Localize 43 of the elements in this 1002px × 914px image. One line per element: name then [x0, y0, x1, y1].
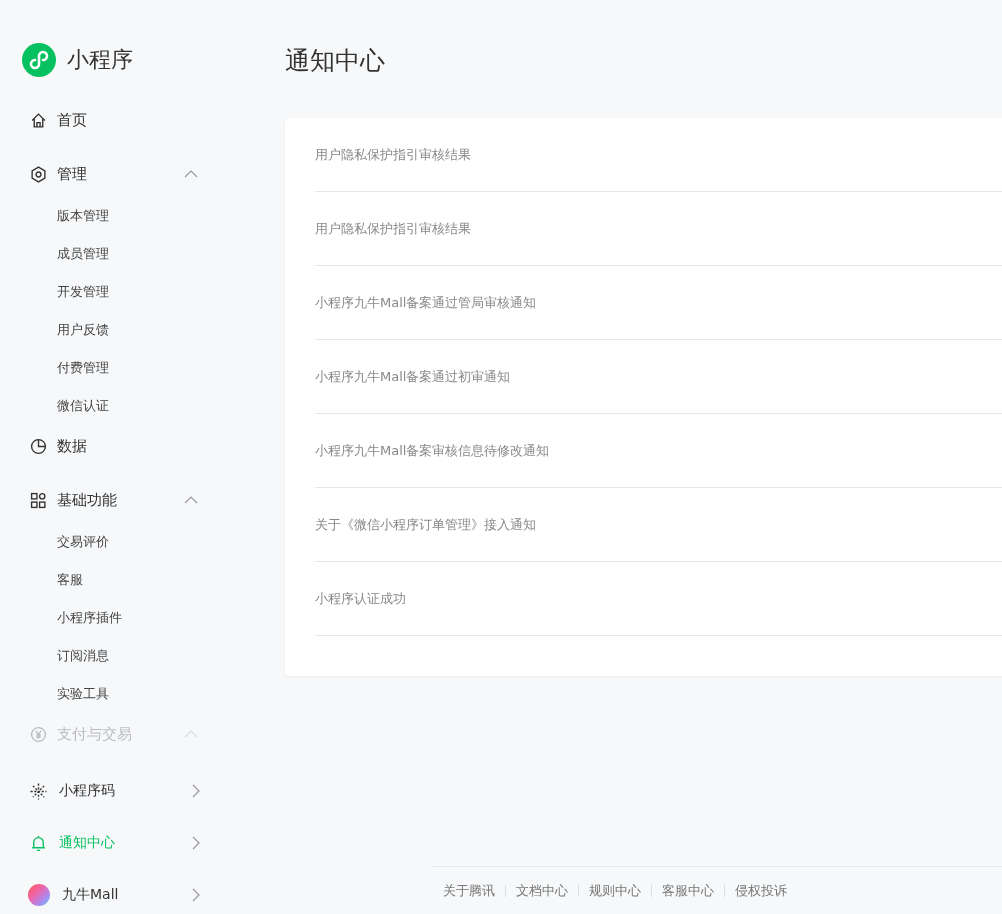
- nav-item[interactable]: 九牛Mall: [30, 884, 200, 906]
- grid-icon: [30, 491, 47, 509]
- nav-subitem[interactable]: 小程序插件: [57, 608, 122, 628]
- sparkle-icon: [30, 782, 47, 800]
- chevron-right-icon: [192, 836, 200, 850]
- notification-item[interactable]: 小程序九牛Mall备案审核信息待修改通知: [315, 414, 1002, 488]
- nav-subitem[interactable]: 开发管理: [57, 282, 109, 302]
- notification-item[interactable]: 用户隐私保护指引审核结果: [315, 192, 1002, 266]
- bell-icon: [30, 834, 47, 852]
- chevron-right-icon: [192, 888, 200, 902]
- nav-subitem[interactable]: 客服: [57, 570, 83, 590]
- notification-item[interactable]: 小程序认证成功: [315, 562, 1002, 636]
- nav-subitem[interactable]: 实验工具: [57, 684, 109, 704]
- nav-subitem[interactable]: 版本管理: [57, 206, 109, 226]
- footer-link[interactable]: 侵权投诉: [735, 881, 787, 900]
- logo-icon: [22, 43, 56, 77]
- nav-item[interactable]: 首页: [30, 109, 200, 131]
- nav-subitem[interactable]: 订阅消息: [57, 646, 109, 666]
- avatar-icon: [28, 884, 50, 906]
- notification-item[interactable]: 关于《微信小程序订单管理》接入通知: [315, 488, 1002, 562]
- nav-group-header[interactable]: 管理: [30, 163, 200, 185]
- notification-item[interactable]: 用户隐私保护指引审核结果: [315, 118, 1002, 192]
- nav-subitem[interactable]: 微信认证: [57, 396, 109, 416]
- footer-link[interactable]: 关于腾讯: [443, 881, 495, 900]
- notification-item[interactable]: 小程序九牛Mall备案通过管局审核通知: [315, 266, 1002, 340]
- pie-chart-icon: [30, 437, 47, 455]
- nav-subitem[interactable]: 付费管理: [57, 358, 109, 378]
- nav-subitem[interactable]: 交易评价: [57, 532, 109, 552]
- chevron-right-icon: [192, 784, 200, 798]
- footer-link[interactable]: 客服中心: [662, 881, 714, 900]
- nav-item[interactable]: 小程序码: [30, 780, 200, 802]
- footer-link[interactable]: 规则中心: [589, 881, 641, 900]
- home-icon: [30, 111, 47, 129]
- footer-link[interactable]: 文档中心: [516, 881, 568, 900]
- page-title: 通知中心: [285, 45, 386, 77]
- nav-group-header[interactable]: 基础功能: [30, 489, 200, 511]
- notification-item[interactable]: 小程序九牛Mall备案通过初审通知: [315, 340, 1002, 414]
- yen-icon: [30, 725, 47, 743]
- hexagon-icon: [30, 165, 47, 183]
- brand-title: 小程序: [67, 46, 133, 74]
- nav-item[interactable]: 数据: [30, 435, 200, 457]
- nav-subitem[interactable]: 成员管理: [57, 244, 109, 264]
- nav-subitem[interactable]: 用户反馈: [57, 320, 109, 340]
